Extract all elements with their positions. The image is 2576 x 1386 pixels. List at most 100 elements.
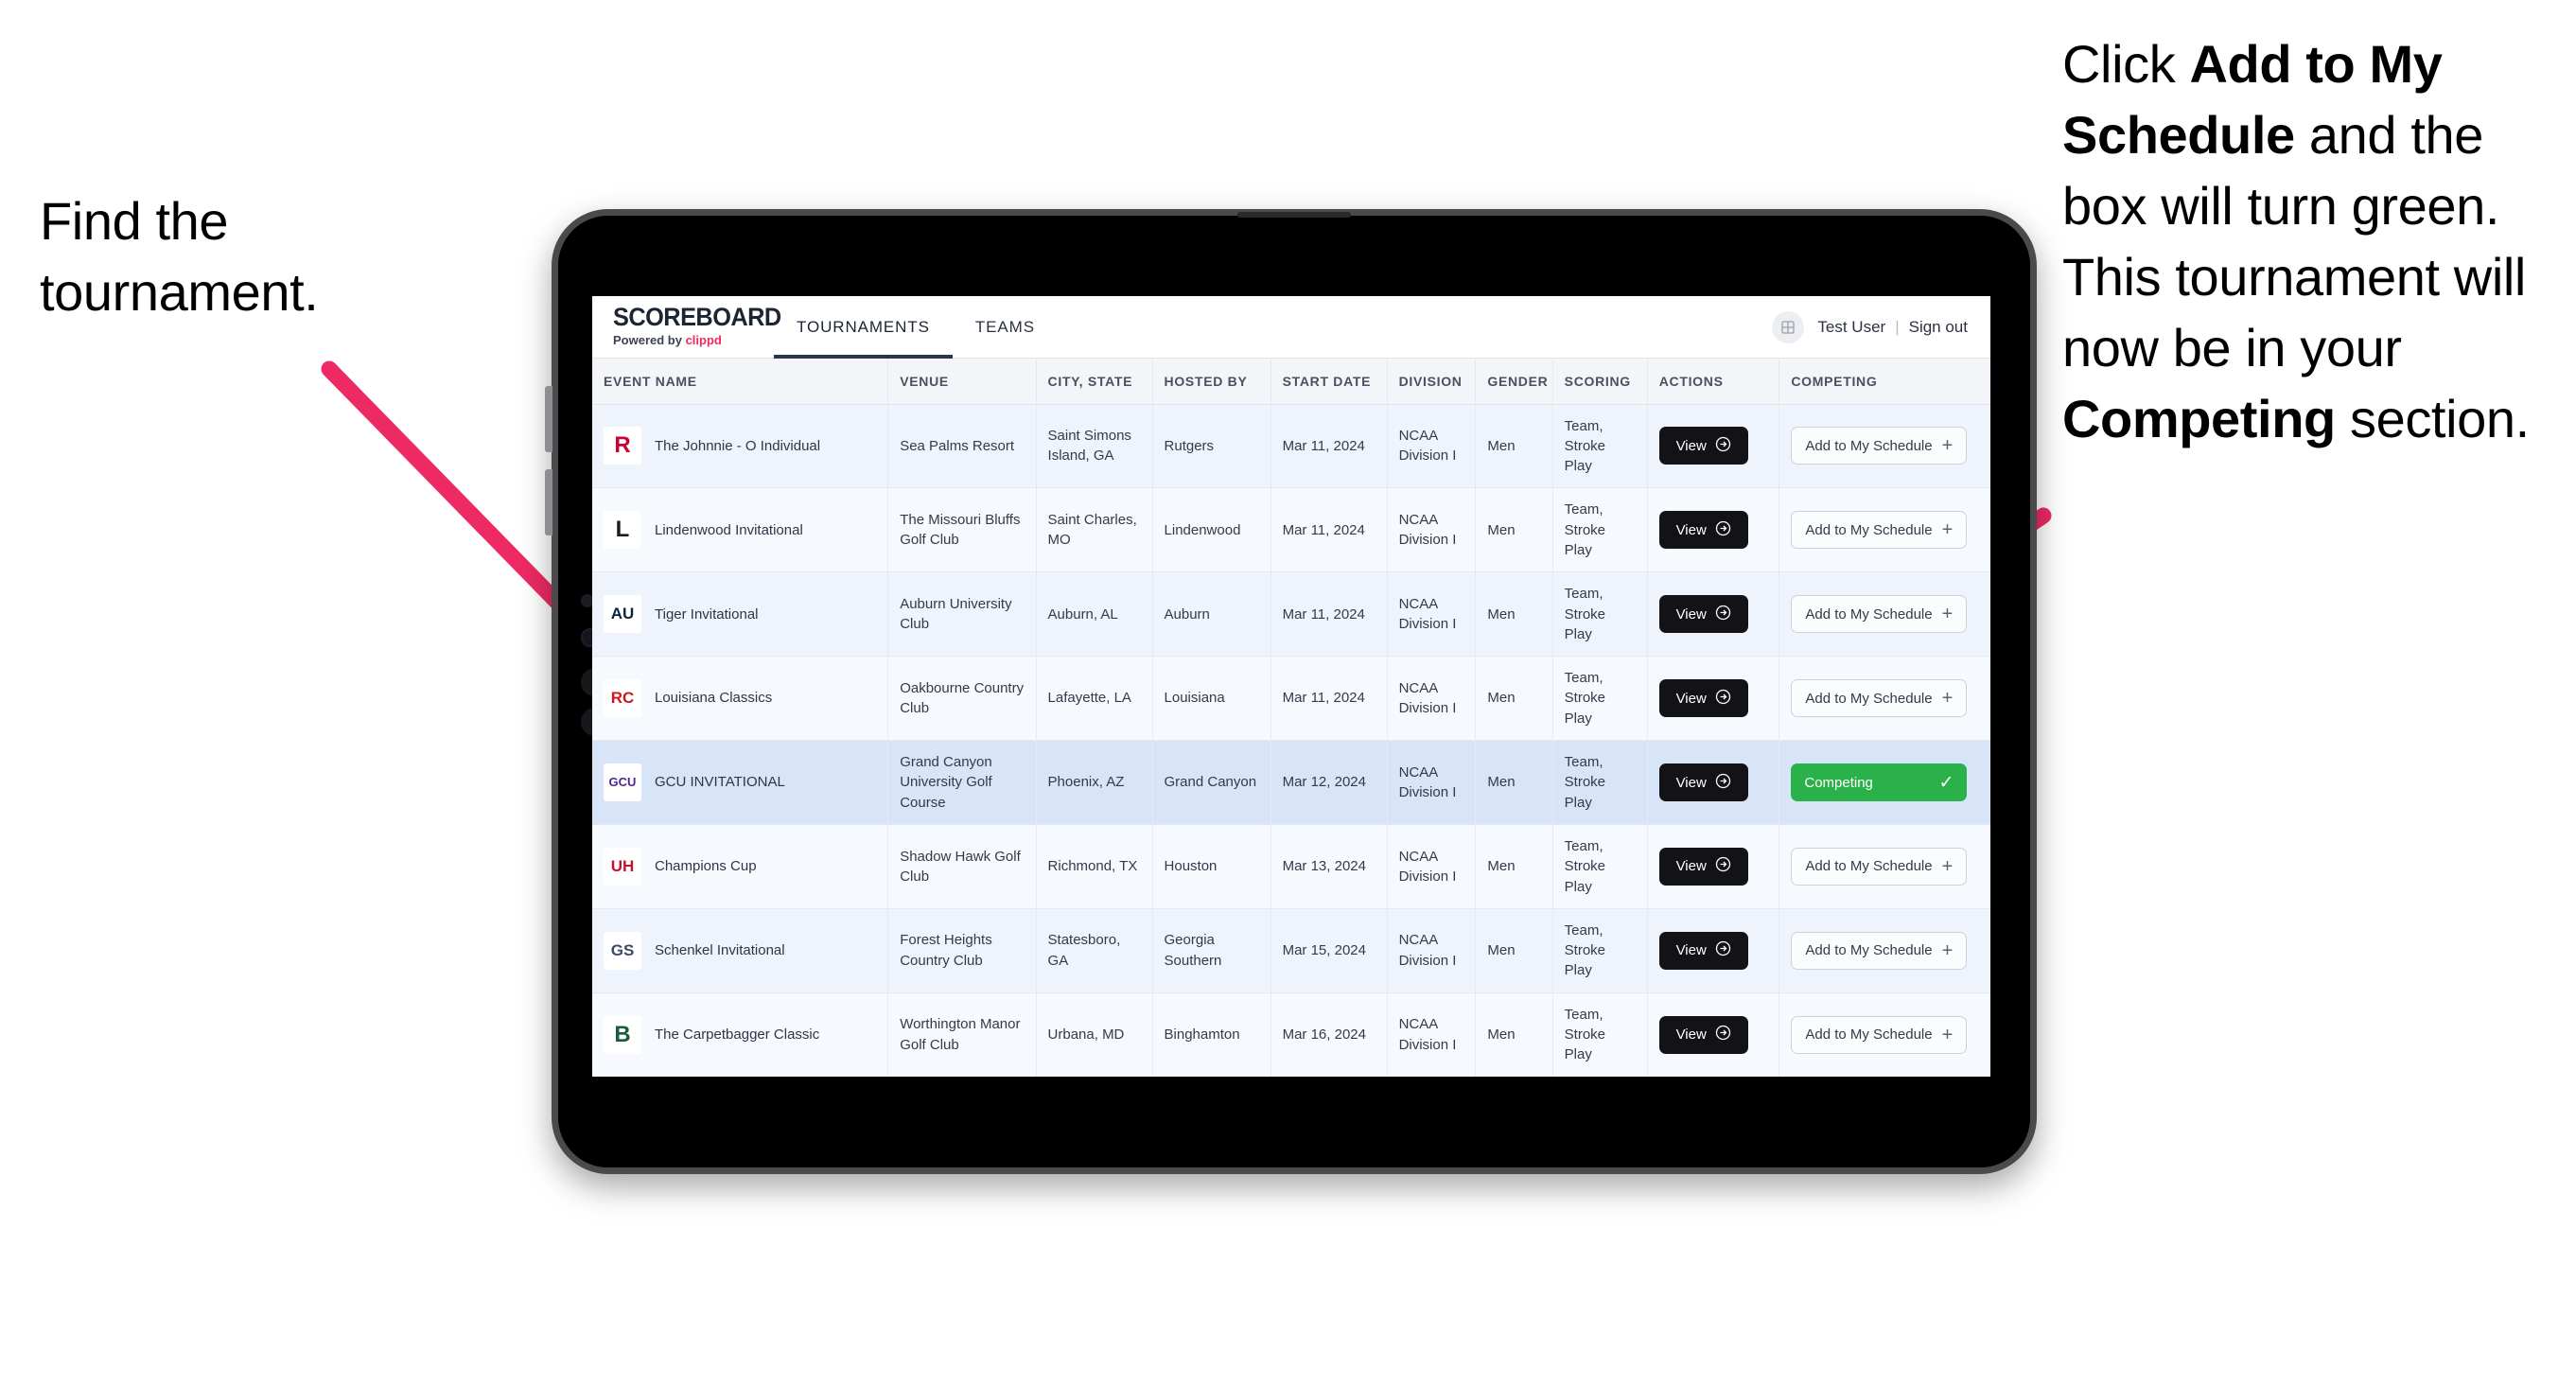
plus-icon: +: [1941, 1024, 1954, 1045]
plus-icon: +: [1941, 604, 1954, 625]
event-name-label: Louisiana Classics: [655, 690, 773, 707]
grid-icon[interactable]: [1772, 310, 1805, 343]
cell-scoring: Team, Stroke Play: [1552, 656, 1648, 742]
view-button[interactable]: View: [1658, 763, 1748, 801]
cell-venue: Auburn University Club: [887, 571, 1037, 658]
arrow-right-circle-icon: [1715, 856, 1731, 876]
cell-hosted-by: Louisiana: [1152, 656, 1271, 742]
cell-start-date: Mar 16, 2024: [1270, 992, 1388, 1077]
cell-gender: Men: [1475, 740, 1553, 825]
add-to-my-schedule-button[interactable]: Add to My Schedule +: [1791, 595, 1968, 634]
view-button[interactable]: View: [1658, 427, 1748, 465]
arrow-right-circle-icon: [1715, 689, 1731, 709]
table-row[interactable]: RC Louisiana Classics Oakbourne Country Cl…: [592, 656, 1990, 742]
add-to-my-schedule-button[interactable]: Add to My Schedule +: [1791, 847, 1968, 886]
cell-competing: Add to My Schedule +: [1779, 656, 1990, 742]
cell-start-date: Mar 11, 2024: [1270, 404, 1388, 489]
add-to-my-schedule-button[interactable]: Add to My Schedule +: [1791, 427, 1968, 465]
cell-venue: Oakbourne Country Club: [887, 656, 1037, 742]
add-to-my-schedule-button[interactable]: Add to My Schedule +: [1791, 511, 1968, 550]
cell-hosted-by: Georgia Southern: [1152, 908, 1271, 993]
add-to-my-schedule-button[interactable]: Add to My Schedule +: [1791, 1015, 1968, 1054]
brand-logo[interactable]: SCOREBOARD Powered by clippd: [592, 296, 781, 358]
cell-gender: Men: [1475, 571, 1553, 658]
team-logo-icon: AU: [604, 595, 641, 634]
table-head: EVENT NAME VENUE CITY, STATE HOSTED BY S…: [592, 359, 1990, 405]
event-name-label: The Johnnie - O Individual: [655, 437, 821, 454]
column-header-scoring[interactable]: SCORING: [1552, 359, 1648, 405]
cell-event-name: B The Carpetbagger Classic: [592, 992, 889, 1077]
cell-event-name: GCU GCU INVITATIONAL: [592, 740, 889, 825]
table-row[interactable]: L Lindenwood Invitational The Missouri Blu…: [592, 487, 1990, 573]
event-name-label: Lindenwood Invitational: [655, 521, 803, 538]
cell-actions: View: [1647, 908, 1780, 993]
user-name: Test User: [1817, 317, 1886, 336]
table-row[interactable]: UH Champions Cup Shadow Hawk Golf Club Rich…: [592, 824, 1990, 909]
annotation-left-line1: Find the: [40, 191, 229, 251]
cell-event-name: RC Louisiana Classics: [592, 656, 889, 742]
add-to-my-schedule-button[interactable]: Add to My Schedule +: [1791, 931, 1968, 970]
view-button[interactable]: View: [1658, 931, 1748, 970]
competing-button[interactable]: Competing ✓: [1791, 763, 1968, 801]
cell-venue: Shadow Hawk Golf Club: [887, 824, 1037, 909]
cell-competing: Add to My Schedule +: [1779, 992, 1990, 1077]
annotation-find-tournament: Find the tournament.: [40, 185, 447, 327]
cell-venue: Grand Canyon University Golf Course: [887, 740, 1037, 825]
plus-icon: +: [1941, 435, 1954, 457]
view-button[interactable]: View: [1658, 511, 1748, 550]
cell-division: NCAA Division I: [1387, 571, 1477, 658]
cell-gender: Men: [1475, 487, 1553, 573]
annotation-left-line2: tournament.: [40, 262, 319, 323]
event-name-label: Schenkel Invitational: [655, 942, 785, 959]
column-header-venue[interactable]: VENUE: [887, 359, 1037, 405]
view-button[interactable]: View: [1658, 679, 1748, 718]
column-header-division[interactable]: DIVISION: [1387, 359, 1477, 405]
cell-gender: Men: [1475, 992, 1553, 1077]
table-row[interactable]: AU Tiger Invitational Auburn University Cl…: [592, 571, 1990, 658]
table-row[interactable]: R The Johnnie - O Individual Sea Palms Res…: [592, 404, 1990, 489]
view-button-label: View: [1675, 858, 1707, 875]
cell-hosted-by: Grand Canyon: [1152, 740, 1271, 825]
arrow-right-circle-icon: [1715, 1025, 1731, 1044]
column-header-competing[interactable]: COMPETING: [1779, 359, 1990, 405]
cell-actions: View: [1647, 571, 1780, 658]
cell-event-name: L Lindenwood Invitational: [592, 487, 889, 573]
column-header-actions[interactable]: ACTIONS: [1647, 359, 1780, 405]
tournaments-table: EVENT NAME VENUE CITY, STATE HOSTED BY S…: [592, 359, 1990, 1077]
cell-competing: Add to My Schedule +: [1779, 908, 1990, 993]
cell-division: NCAA Division I: [1387, 992, 1477, 1077]
brand-name: SCOREBOARD: [613, 303, 781, 331]
column-header-gender[interactable]: GENDER: [1475, 359, 1553, 405]
volume-down-button[interactable]: [545, 469, 552, 535]
view-button[interactable]: View: [1658, 847, 1748, 886]
cell-event-name: R The Johnnie - O Individual: [592, 404, 889, 489]
annotation-right-bold2: Competing: [2062, 389, 2336, 449]
nav-tab-teams[interactable]: TEAMS: [953, 296, 1058, 358]
add-to-my-schedule-button[interactable]: Add to My Schedule +: [1791, 679, 1968, 718]
view-button-label: View: [1675, 774, 1707, 791]
volume-up-button[interactable]: [545, 386, 552, 452]
column-header-event-name[interactable]: EVENT NAME: [592, 359, 889, 405]
column-header-start-date[interactable]: START DATE: [1270, 359, 1388, 405]
annotation-add-to-schedule: Click Add to My Schedule and the box wil…: [2062, 28, 2576, 454]
screenshot-stage: Find the tournament. Click Add to My Sch…: [0, 0, 2576, 1386]
cell-event-name: AU Tiger Invitational: [592, 571, 889, 658]
arrow-right-circle-icon: [1715, 436, 1731, 456]
cell-city-state: Lafayette, LA: [1036, 656, 1153, 742]
view-button[interactable]: View: [1658, 1015, 1748, 1054]
column-header-hosted-by[interactable]: HOSTED BY: [1152, 359, 1271, 405]
table-row[interactable]: GS Schenkel Invitational Forest Heights Co…: [592, 908, 1990, 993]
view-button[interactable]: View: [1658, 595, 1748, 634]
event-name-label: Champions Cup: [655, 858, 757, 875]
add-to-my-schedule-label: Add to My Schedule: [1805, 521, 1933, 538]
plus-icon: +: [1941, 939, 1954, 961]
table-row[interactable]: B The Carpetbagger Classic Worthington Man…: [592, 992, 1990, 1077]
user-menu: Test User | Sign out: [1772, 296, 1990, 358]
cell-actions: View: [1647, 404, 1780, 489]
team-logo-icon: L: [604, 511, 641, 550]
nav-tab-tournaments[interactable]: TOURNAMENTS: [774, 296, 953, 359]
sign-out-link[interactable]: Sign out: [1909, 318, 1968, 337]
table-row[interactable]: GCU GCU INVITATIONAL Grand Canyon Universi…: [592, 740, 1990, 825]
team-logo-icon: R: [604, 427, 641, 465]
column-header-city-state[interactable]: CITY, STATE: [1036, 359, 1153, 405]
